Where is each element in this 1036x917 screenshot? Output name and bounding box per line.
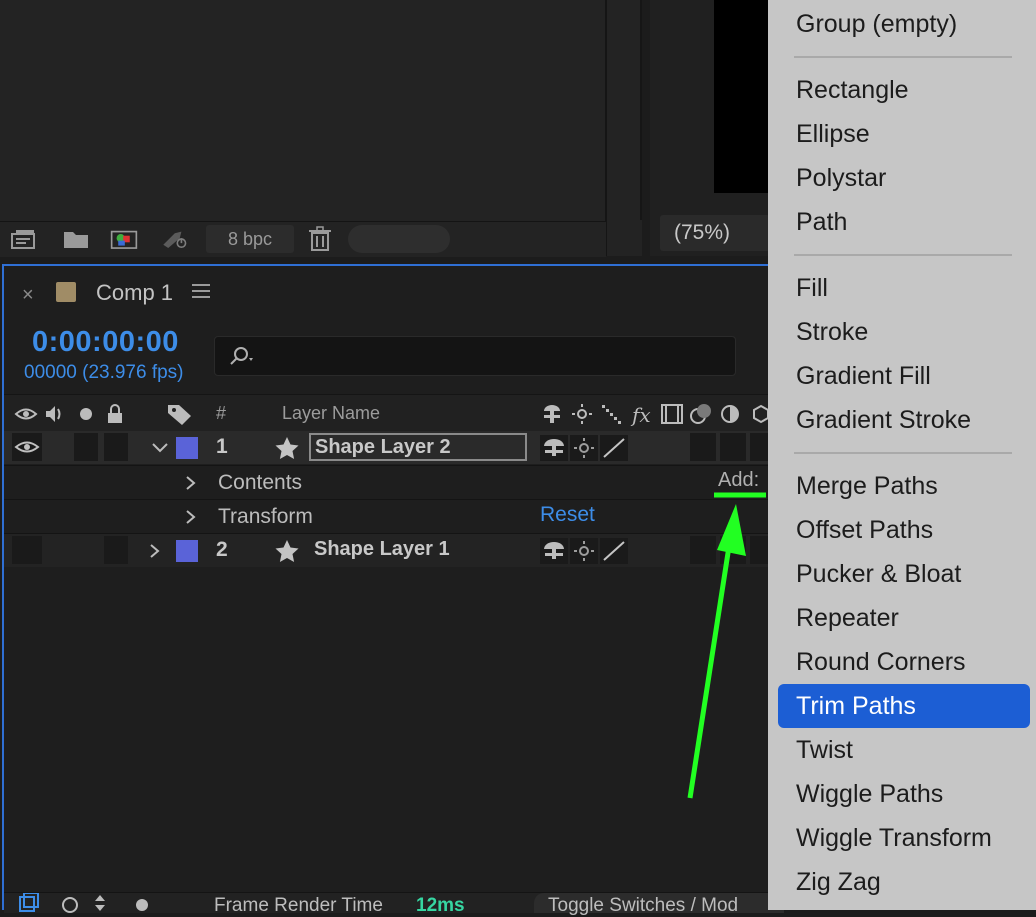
project-panel: 8 bpc [0, 0, 642, 257]
current-time-display[interactable]: 0:00:00:00 [32, 326, 179, 359]
layer-name[interactable]: Shape Layer 1 [314, 538, 450, 561]
menu-item-gradient-stroke[interactable]: Gradient Stroke [796, 406, 971, 435]
column-number-header: # [216, 403, 227, 423]
new-composition-icon[interactable] [110, 226, 138, 252]
layer-switches[interactable] [540, 435, 632, 461]
layer-index: 2 [216, 538, 228, 561]
shape-layer-star-icon [275, 437, 299, 459]
layer-name-field[interactable]: Shape Layer 2 [309, 433, 527, 461]
menu-item-repeater[interactable]: Repeater [796, 604, 899, 633]
menu-item-path[interactable]: Path [796, 208, 847, 237]
menu-item-offset-paths[interactable]: Offset Paths [796, 516, 933, 545]
menu-item-wiggle-paths[interactable]: Wiggle Paths [796, 780, 943, 809]
layer-index: 1 [216, 435, 228, 458]
panel-divider [605, 0, 607, 256]
add-shape-menu: Group (empty) Rectangle Ellipse Polystar… [768, 0, 1036, 910]
menu-item-fill[interactable]: Fill [796, 274, 828, 303]
contents-label: Contents [218, 471, 303, 494]
menu-item-twist[interactable]: Twist [796, 736, 853, 765]
composition-viewer: (75%) [650, 0, 780, 256]
lock-toggle[interactable] [104, 433, 128, 461]
layer-row-1[interactable]: 1 Shape Layer 2 [4, 431, 784, 464]
render-time-value: 12ms [416, 895, 465, 916]
shape-layer-star-icon [275, 540, 299, 562]
chevron-right-icon[interactable] [184, 508, 198, 526]
toggle-switches-modes-button[interactable]: Toggle Switches / Mod [534, 893, 784, 916]
menu-separator [794, 452, 1012, 454]
render-time-label: Frame Render Time [214, 895, 383, 916]
panel-menu-icon[interactable] [192, 284, 210, 298]
menu-item-zig-zag[interactable]: Zig Zag [796, 868, 881, 897]
layer-switch-cell[interactable] [690, 536, 716, 564]
chevron-down-icon[interactable] [150, 439, 170, 457]
project-list-area [0, 0, 642, 220]
new-folder-icon[interactable] [62, 226, 90, 252]
menu-item-merge-paths[interactable]: Merge Paths [796, 472, 938, 501]
menu-item-gradient-fill[interactable]: Gradient Fill [796, 362, 931, 391]
layer-row-2[interactable]: 2 Shape Layer 1 [4, 533, 784, 567]
magnification-dropdown[interactable]: (75%) [660, 215, 770, 251]
footer-icons[interactable] [18, 893, 168, 913]
layer-label-color[interactable] [176, 540, 198, 562]
menu-item-pucker-bloat[interactable]: Pucker & Bloat [796, 560, 961, 589]
eye-icon [14, 441, 40, 453]
menu-separator [794, 254, 1012, 256]
timeline-panel: × Comp 1 0:00:00:00 00000 (23.976 fps) #… [2, 264, 784, 916]
menu-item-wiggle-transform[interactable]: Wiggle Transform [796, 824, 992, 853]
reset-link[interactable]: Reset [540, 503, 595, 527]
layer-switches[interactable] [540, 538, 632, 564]
interpret-footage-icon[interactable] [10, 226, 38, 252]
chevron-right-icon[interactable] [148, 542, 162, 560]
layer-switch-cell[interactable] [720, 536, 746, 564]
bit-depth-button[interactable]: 8 bpc [206, 225, 294, 253]
visibility-toggle[interactable] [12, 536, 42, 564]
layer-switch-cell[interactable] [720, 433, 746, 461]
menu-item-stroke[interactable]: Stroke [796, 318, 868, 347]
menu-item-round-corners[interactable]: Round Corners [796, 648, 966, 677]
menu-item-rectangle[interactable]: Rectangle [796, 76, 909, 105]
svg-text:fx: fx [630, 403, 651, 427]
column-layer-name-header[interactable]: Layer Name [282, 403, 380, 424]
switches-header-icons: fx [544, 403, 769, 427]
menu-item-polystar[interactable]: Polystar [796, 164, 886, 193]
toggle-switches-label: Toggle Switches / Mod [548, 895, 739, 916]
visibility-toggle[interactable] [12, 433, 42, 461]
project-toolbar: 8 bpc [0, 221, 606, 257]
layer-search-input[interactable] [214, 336, 736, 376]
layer-label-color[interactable] [176, 437, 198, 459]
menu-item-trim-paths[interactable]: Trim Paths [796, 692, 916, 721]
frame-rate-display: 00000 (23.976 fps) [24, 362, 184, 383]
solo-toggle[interactable] [74, 433, 98, 461]
search-icon [230, 347, 253, 365]
trash-icon[interactable] [306, 226, 334, 252]
transform-label: Transform [218, 505, 313, 528]
layer-column-header: # Layer Name fx [4, 394, 784, 434]
project-search-field[interactable] [348, 225, 450, 253]
transform-row[interactable]: Transform Reset [4, 499, 784, 533]
menu-item-group-empty[interactable]: Group (empty) [796, 10, 957, 39]
lock-toggle[interactable] [104, 536, 128, 564]
menu-separator [794, 56, 1012, 58]
layer-switch-cell[interactable] [690, 433, 716, 461]
label-tag-icon [168, 405, 191, 425]
av-features-header-icons [14, 404, 122, 423]
comp-tab-title[interactable]: Comp 1 [96, 280, 173, 306]
render-queue-icon[interactable] [160, 226, 188, 252]
add-menu-button[interactable]: Add: [718, 469, 759, 492]
menu-item-ellipse[interactable]: Ellipse [796, 120, 870, 149]
chevron-right-icon[interactable] [184, 474, 198, 492]
close-tab-icon[interactable]: × [22, 284, 34, 307]
comp-color-swatch [56, 282, 76, 302]
contents-row[interactable]: Contents Add: [4, 465, 784, 499]
